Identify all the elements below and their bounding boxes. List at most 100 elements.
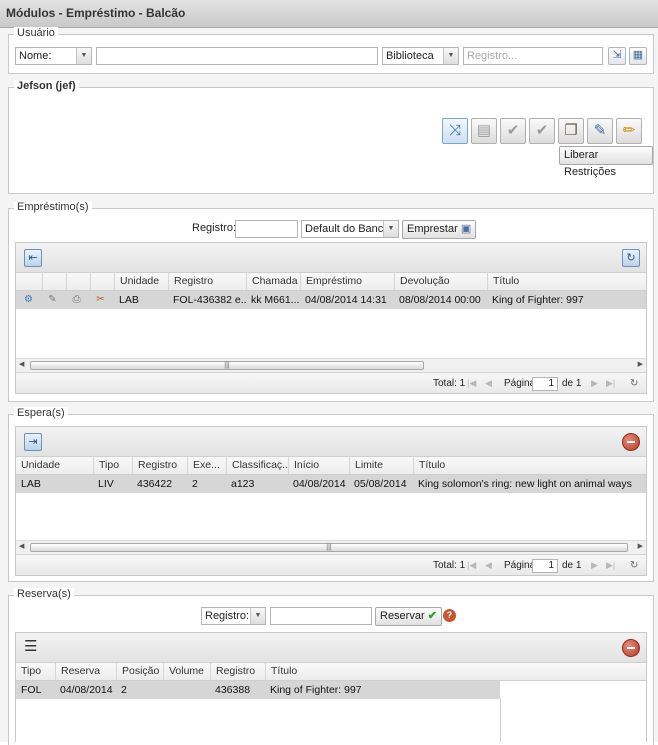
check-button-1[interactable]: ✔	[500, 118, 526, 144]
first-page-icon[interactable]: |◀	[467, 378, 476, 389]
shuffle-icon: ⤨	[448, 122, 461, 139]
scroll-thumb[interactable]: |||	[30, 361, 424, 370]
reserva-registro-input[interactable]	[270, 607, 372, 625]
scroll-right-icon[interactable]: ▶	[638, 360, 643, 368]
table-row[interactable]: LAB LIV 436422 2 a123 04/08/2014 05/08/2…	[16, 475, 646, 493]
next-page-icon[interactable]: ▶	[591, 378, 598, 389]
col-volume[interactable]: Volume	[163, 663, 210, 680]
gear-icon[interactable]: ⚙	[22, 293, 35, 306]
col-unidade[interactable]: Unidade	[114, 273, 168, 290]
last-page-icon[interactable]: ▶|	[606, 560, 615, 571]
refresh-icon[interactable]: ↻	[630, 560, 638, 571]
espera-grid: ⇥ Unidade Tipo Registro Exe... Classific…	[15, 426, 647, 576]
col-titulo[interactable]: Título	[487, 273, 646, 290]
search-user-button[interactable]: ⇲	[608, 47, 626, 65]
cell-chamada: kk M661...	[251, 294, 300, 306]
col-limite[interactable]: Limite	[349, 457, 413, 474]
reserva-toolbar: ☰	[16, 633, 646, 663]
page-input[interactable]: 1	[532, 559, 558, 573]
cancel-icon[interactable]: ✂	[94, 293, 107, 306]
prev-page-icon[interactable]: ◀	[485, 378, 492, 389]
book-arrow-icon: ⇥	[28, 436, 38, 448]
biblioteca-select-value: Biblioteca	[386, 50, 434, 62]
col-registro[interactable]: Registro	[210, 663, 265, 680]
col-tipo[interactable]: Tipo	[16, 663, 55, 680]
table-row[interactable]: ⚙ ✎ ⎙ ✂ LAB FOL-436382 e... kk M661... 0…	[16, 291, 646, 309]
cell-unidade: LAB	[119, 294, 139, 306]
table-row[interactable]: FOL 04/08/2014 2 436388 King of Fighter:…	[16, 681, 500, 699]
col-emprestimo[interactable]: Empréstimo	[300, 273, 394, 290]
chevron-down-icon: ▼	[443, 48, 458, 64]
user-info-fieldset: Jefson (jef) ⤨ ▤ ✔ ✔ ❐ ✎ ✏ Liberar Restr…	[8, 80, 654, 194]
cell-limite: 05/08/2014	[354, 478, 407, 490]
search-input[interactable]	[96, 47, 378, 65]
col-registro[interactable]: Registro	[132, 457, 187, 474]
pencil-button[interactable]: ✏	[616, 118, 642, 144]
col-inicio[interactable]: Início	[288, 457, 349, 474]
col-exe[interactable]: Exe...	[187, 457, 226, 474]
espera-book-button[interactable]: ⇥	[24, 433, 42, 451]
horizontal-scrollbar[interactable]: ◀ ||| ▶	[16, 540, 646, 554]
copy-button[interactable]: ❐	[558, 118, 584, 144]
edit-button[interactable]: ✎	[587, 118, 613, 144]
liberar-restricoes-button[interactable]: Liberar Restrições	[559, 146, 653, 178]
print-icon[interactable]: ⎙	[70, 293, 83, 306]
refresh-icon[interactable]: ↻	[630, 378, 638, 389]
document-icon: ▤	[476, 122, 492, 139]
col-titulo[interactable]: Título	[413, 457, 646, 474]
remove-icon[interactable]	[622, 433, 640, 451]
banco-select[interactable]: Default do Banco ▼	[301, 220, 399, 238]
horizontal-scrollbar[interactable]: ◀ ||| ▶	[16, 358, 646, 372]
next-page-icon[interactable]: ▶	[591, 560, 598, 571]
check-icon: ✔	[506, 122, 520, 139]
cell-emprestimo: 04/08/2014 14:31	[305, 294, 387, 306]
shuffle-button[interactable]: ⤨	[442, 118, 468, 144]
help-icon[interactable]: ?	[443, 609, 456, 622]
check-button-2[interactable]: ✔	[529, 118, 555, 144]
remove-icon[interactable]	[622, 639, 640, 657]
col-icon1	[16, 273, 42, 290]
emprestar-label: Emprestar	[407, 223, 458, 235]
calendar-button[interactable]: ▦	[629, 47, 647, 65]
scroll-thumb[interactable]: |||	[30, 543, 628, 552]
cell-registro: FOL-436382 e...	[173, 294, 246, 306]
return-book-button[interactable]: ⇤	[24, 249, 42, 267]
numbered-list-icon[interactable]: ☰	[24, 638, 37, 656]
chevron-down-icon: ▼	[383, 221, 398, 237]
col-devolucao[interactable]: Devolução	[394, 273, 487, 290]
col-unidade[interactable]: Unidade	[16, 457, 93, 474]
emprestimo-registro-input[interactable]	[235, 220, 298, 238]
col-classificacao[interactable]: Classificaç...	[226, 457, 288, 474]
chevron-down-icon: ▼	[250, 608, 265, 624]
registro-input[interactable]: Registro...	[463, 47, 603, 65]
first-page-icon[interactable]: |◀	[467, 560, 476, 571]
col-tipo[interactable]: Tipo	[93, 457, 132, 474]
prev-page-icon[interactable]: ◀	[485, 560, 492, 571]
book-arrow-icon: ⇤	[28, 252, 38, 264]
col-posicao[interactable]: Posição	[116, 663, 163, 680]
document-button[interactable]: ▤	[471, 118, 497, 144]
biblioteca-select[interactable]: Biblioteca ▼	[382, 47, 459, 65]
page-input[interactable]: 1	[532, 377, 558, 391]
scroll-left-icon[interactable]: ◀	[19, 360, 24, 368]
scroll-right-icon[interactable]: ▶	[638, 542, 643, 550]
cell-registro: 436388	[215, 684, 251, 696]
tag-icon[interactable]: ✎	[46, 293, 59, 306]
reserva-registro-select[interactable]: Registro: ▼	[201, 607, 266, 625]
espera-pager: Total: 1 |◀ ◀ Página 1 de 1 ▶ ▶| ↻	[16, 554, 646, 575]
col-chamada[interactable]: Chamada	[246, 273, 300, 290]
col-registro[interactable]: Registro	[168, 273, 246, 290]
renew-book-button[interactable]: ↻	[622, 249, 640, 267]
col-titulo[interactable]: Título	[265, 663, 646, 680]
search-field-select[interactable]: Nome: ▼	[15, 47, 92, 65]
scroll-left-icon[interactable]: ◀	[19, 542, 24, 550]
col-reserva[interactable]: Reserva	[55, 663, 116, 680]
last-page-icon[interactable]: ▶|	[606, 378, 615, 389]
espera-fieldset: Espera(s) ⇥ Unidade Tipo Registro Exe...…	[8, 407, 654, 582]
reservar-button[interactable]: Reservar ✔	[375, 607, 442, 626]
reserva-grid: ☰ Tipo Reserva Posição Volume Registro T…	[15, 632, 647, 742]
reservar-label: Reservar	[380, 610, 425, 622]
emprestar-button[interactable]: Emprestar ▣	[402, 220, 477, 239]
cell-unidade: LAB	[21, 478, 41, 490]
emprestimo-pager: Total: 1 |◀ ◀ Página 1 de 1 ▶ ▶| ↻	[16, 372, 646, 393]
